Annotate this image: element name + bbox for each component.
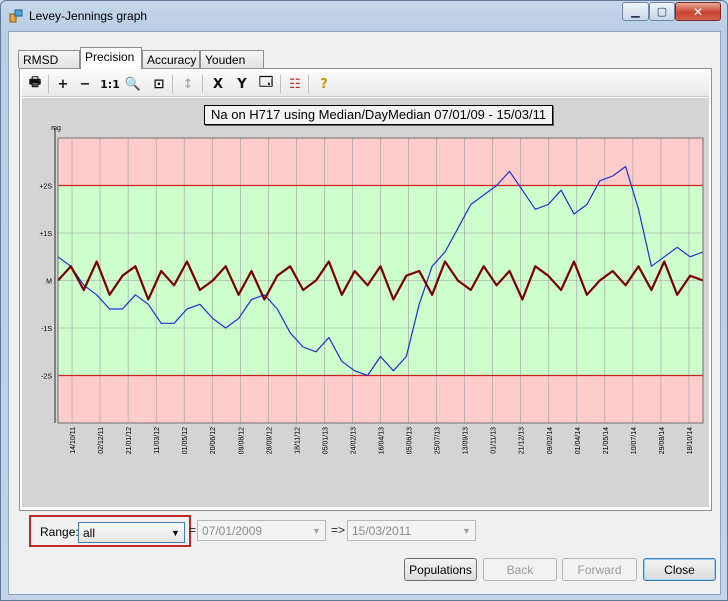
chart-toolbar: 🖶 + − 1:1 🔍 ⊡ ↕ X Y 🗔 ☷ ? xyxy=(22,71,709,97)
range-highlight: Range: all ▼ xyxy=(29,515,191,547)
client-area: RMSD Precision Accuracy Youden 🖶 + − 1:1… xyxy=(8,31,721,595)
x-tick-label: 13/09/13 xyxy=(463,427,470,454)
x-tick-label: 18/10/14 xyxy=(687,427,694,454)
x-tick-label: 16/04/13 xyxy=(379,427,386,454)
y-axis-label: mg xyxy=(51,125,61,132)
x-tick-label: 01/04/14 xyxy=(575,427,582,454)
maximize-button[interactable]: ▢ xyxy=(649,2,675,21)
levey-jennings-window: Levey-Jennings graph ▁ ▢ ✕ RMSD Precisio… xyxy=(0,0,728,601)
y-tick-label: M xyxy=(46,279,52,286)
title-bar[interactable]: Levey-Jennings graph ▁ ▢ ✕ xyxy=(1,1,727,31)
properties-icon[interactable]: 🗔 xyxy=(256,74,276,94)
toolbar-separator xyxy=(48,75,49,93)
x-tick-label: 11/03/12 xyxy=(154,427,161,454)
precision-panel: 🖶 + − 1:1 🔍 ⊡ ↕ X Y 🗔 ☷ ? Na on H717 usi… xyxy=(19,68,712,511)
y-tick-label: -1S xyxy=(41,326,52,333)
add-region-icon[interactable]: ⊡ xyxy=(149,74,169,94)
x-tick-label: 29/08/14 xyxy=(659,427,666,454)
chevron-down-icon[interactable]: ▼ xyxy=(167,523,184,542)
y-tick-label: +1S xyxy=(39,231,52,238)
zoom-out-icon[interactable]: − xyxy=(75,74,95,94)
x-tick-label: 18/11/12 xyxy=(294,427,301,454)
chart-area[interactable]: Na on H717 using Median/DayMedian 07/01/… xyxy=(22,98,709,507)
tab-precision[interactable]: Precision xyxy=(80,47,142,69)
equals-sign: = xyxy=(189,523,197,537)
minimize-button[interactable]: ▁ xyxy=(622,2,649,21)
legend-icon[interactable]: ☷ xyxy=(285,74,305,94)
zoom-in-icon[interactable]: + xyxy=(53,74,73,94)
help-icon[interactable]: ? xyxy=(314,74,334,94)
actual-size-icon[interactable]: 1:1 xyxy=(98,74,122,94)
x-tick-label: 01/11/13 xyxy=(491,427,498,454)
x-tick-label: 21/05/14 xyxy=(603,427,610,454)
x-tick-label: 21/12/13 xyxy=(519,427,526,454)
x-tick-label: 05/01/13 xyxy=(322,427,329,454)
toolbar-separator xyxy=(172,75,173,93)
toolbar-separator xyxy=(280,75,281,93)
close-window-button[interactable]: ✕ xyxy=(675,2,721,21)
back-button[interactable]: Back xyxy=(483,558,557,581)
tab-youden[interactable]: Youden xyxy=(200,50,264,68)
y-tick-label: +2S xyxy=(39,184,52,191)
x-tick-label: 20/06/12 xyxy=(210,427,217,454)
x-tick-label: 14/10/11 xyxy=(70,427,77,454)
app-icon xyxy=(9,9,23,23)
x-axis-icon[interactable]: X xyxy=(208,74,228,94)
y-axis-icon[interactable]: Y xyxy=(232,74,252,94)
range-arrow: => xyxy=(331,523,346,537)
x-tick-label: 10/07/14 xyxy=(631,427,638,454)
levey-jennings-chart[interactable]: 14/10/11 02/12/11 21/01/12 11/03/12 01/05/12… xyxy=(22,98,709,507)
window-title: Levey-Jennings graph xyxy=(29,9,148,23)
vertical-resize-icon[interactable]: ↕ xyxy=(178,74,198,94)
chevron-down-icon[interactable]: ▼ xyxy=(308,521,325,540)
tab-rmsd[interactable]: RMSD xyxy=(18,50,80,68)
range-dropdown[interactable]: all ▼ xyxy=(78,522,185,543)
close-button[interactable]: Close xyxy=(643,558,716,581)
x-tick-label: 01/05/12 xyxy=(182,427,189,454)
x-tick-label: 21/01/12 xyxy=(126,427,133,454)
start-date-dropdown[interactable]: 07/01/2009 ▼ xyxy=(197,520,326,541)
x-tick-label: 28/09/12 xyxy=(266,427,273,454)
toolbar-separator xyxy=(308,75,309,93)
toolbar-separator xyxy=(202,75,203,93)
start-date-value: 07/01/2009 xyxy=(202,524,263,538)
range-label: Range: xyxy=(40,525,79,539)
printer-icon[interactable]: 🖶 xyxy=(25,74,45,94)
end-date-value: 15/03/2011 xyxy=(352,524,412,538)
y-tick-label: -2S xyxy=(41,374,52,381)
x-tick-label: 25/07/13 xyxy=(435,427,442,454)
populations-button[interactable]: Populations xyxy=(404,558,477,581)
x-tick-label: 02/12/11 xyxy=(98,427,105,454)
x-tick-label: 24/02/13 xyxy=(350,427,357,454)
forward-button[interactable]: Forward xyxy=(562,558,637,581)
x-tick-label: 09/08/12 xyxy=(238,427,245,454)
range-selected-value: all xyxy=(83,526,96,540)
tab-accuracy[interactable]: Accuracy xyxy=(142,50,200,68)
end-date-dropdown[interactable]: 15/03/2011 ▼ xyxy=(347,520,476,541)
x-tick-label: 09/02/14 xyxy=(547,427,554,454)
magnifier-icon[interactable]: 🔍 xyxy=(123,74,143,94)
chevron-down-icon[interactable]: ▼ xyxy=(458,521,475,540)
x-tick-label: 05/06/13 xyxy=(407,427,414,454)
